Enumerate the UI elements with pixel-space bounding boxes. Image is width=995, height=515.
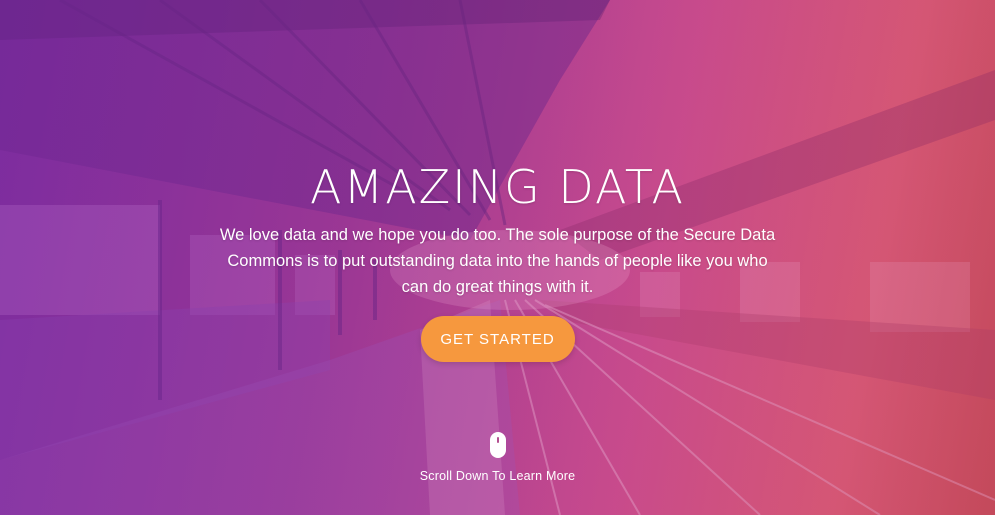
- scroll-down-label: Scroll Down To Learn More: [419, 469, 576, 483]
- hero-section: AMAZING DATA We love data and we hope yo…: [0, 0, 995, 515]
- mouse-icon: [489, 432, 506, 458]
- get-started-button[interactable]: GET STARTED: [420, 316, 575, 362]
- hero-title: AMAZING DATA: [310, 160, 685, 214]
- hero-content: AMAZING DATA We love data and we hope yo…: [0, 158, 995, 362]
- scroll-down-link[interactable]: Scroll Down To Learn More: [0, 432, 995, 483]
- hero-subtitle: We love data and we hope you do too. The…: [219, 226, 776, 296]
